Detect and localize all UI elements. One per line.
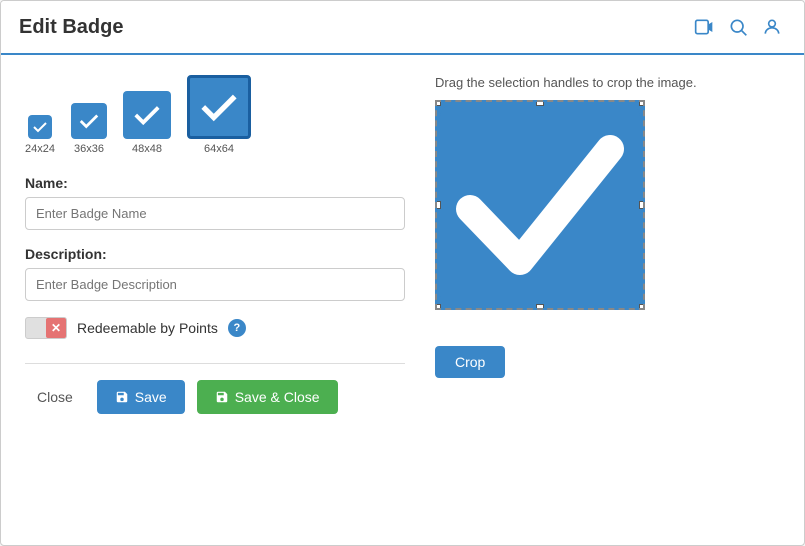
edit-badge-window: Edit Badge 24x24 — [0, 0, 805, 546]
name-input[interactable] — [25, 197, 405, 230]
toggle-x-icon: ✕ — [46, 318, 66, 338]
crop-handle-tr[interactable] — [639, 100, 645, 106]
crop-handle-br[interactable] — [639, 304, 645, 310]
badge-size-24[interactable]: 24x24 — [25, 115, 55, 155]
page-title: Edit Badge — [19, 16, 123, 39]
badge-label-36: 36x36 — [74, 143, 104, 155]
toggle-label: Redeemable by Points — [77, 320, 218, 336]
toggle-row: ✕ Redeemable by Points ? — [25, 317, 405, 339]
left-panel: 24x24 36x36 48x48 — [25, 75, 405, 414]
save-icon — [115, 390, 129, 404]
save-close-icon — [215, 390, 229, 404]
crop-button[interactable]: Crop — [435, 346, 505, 378]
badge-label-24: 24x24 — [25, 143, 55, 155]
redeemable-toggle[interactable]: ✕ — [25, 317, 67, 339]
help-icon[interactable]: ? — [228, 319, 246, 337]
user-icon[interactable] — [758, 13, 786, 41]
badge-label-64: 64x64 — [204, 143, 234, 155]
action-buttons: Close Save Save & Close — [25, 380, 405, 414]
badge-sizes: 24x24 36x36 48x48 — [25, 75, 405, 155]
crop-area — [435, 100, 655, 330]
description-label: Description: — [25, 246, 405, 262]
save-close-button[interactable]: Save & Close — [197, 380, 338, 414]
badge-size-64[interactable]: 64x64 — [187, 75, 251, 155]
right-panel: Drag the selection handles to crop the i… — [435, 75, 780, 414]
description-input[interactable] — [25, 268, 405, 301]
page-header: Edit Badge — [1, 1, 804, 55]
video-icon[interactable] — [690, 13, 718, 41]
crop-handle-bm[interactable] — [536, 304, 544, 310]
badge-size-36[interactable]: 36x36 — [71, 103, 107, 155]
crop-handle-tm[interactable] — [536, 100, 544, 106]
name-label: Name: — [25, 175, 405, 191]
badge-label-48: 48x48 — [132, 143, 162, 155]
description-group: Description: — [25, 246, 405, 301]
name-group: Name: — [25, 175, 405, 230]
crop-handle-tl[interactable] — [435, 100, 441, 106]
save-button[interactable]: Save — [97, 380, 185, 414]
divider — [25, 363, 405, 364]
crop-hint: Drag the selection handles to crop the i… — [435, 75, 697, 90]
close-button[interactable]: Close — [25, 381, 85, 413]
badge-size-48[interactable]: 48x48 — [123, 91, 171, 155]
crop-handle-mr[interactable] — [639, 201, 645, 209]
header-icons — [690, 13, 786, 41]
main-content: 24x24 36x36 48x48 — [1, 55, 804, 434]
crop-handle-bl[interactable] — [435, 304, 441, 310]
badge-preview — [440, 105, 640, 305]
crop-image[interactable] — [435, 100, 645, 310]
crop-handle-ml[interactable] — [435, 201, 441, 209]
search-icon[interactable] — [724, 13, 752, 41]
